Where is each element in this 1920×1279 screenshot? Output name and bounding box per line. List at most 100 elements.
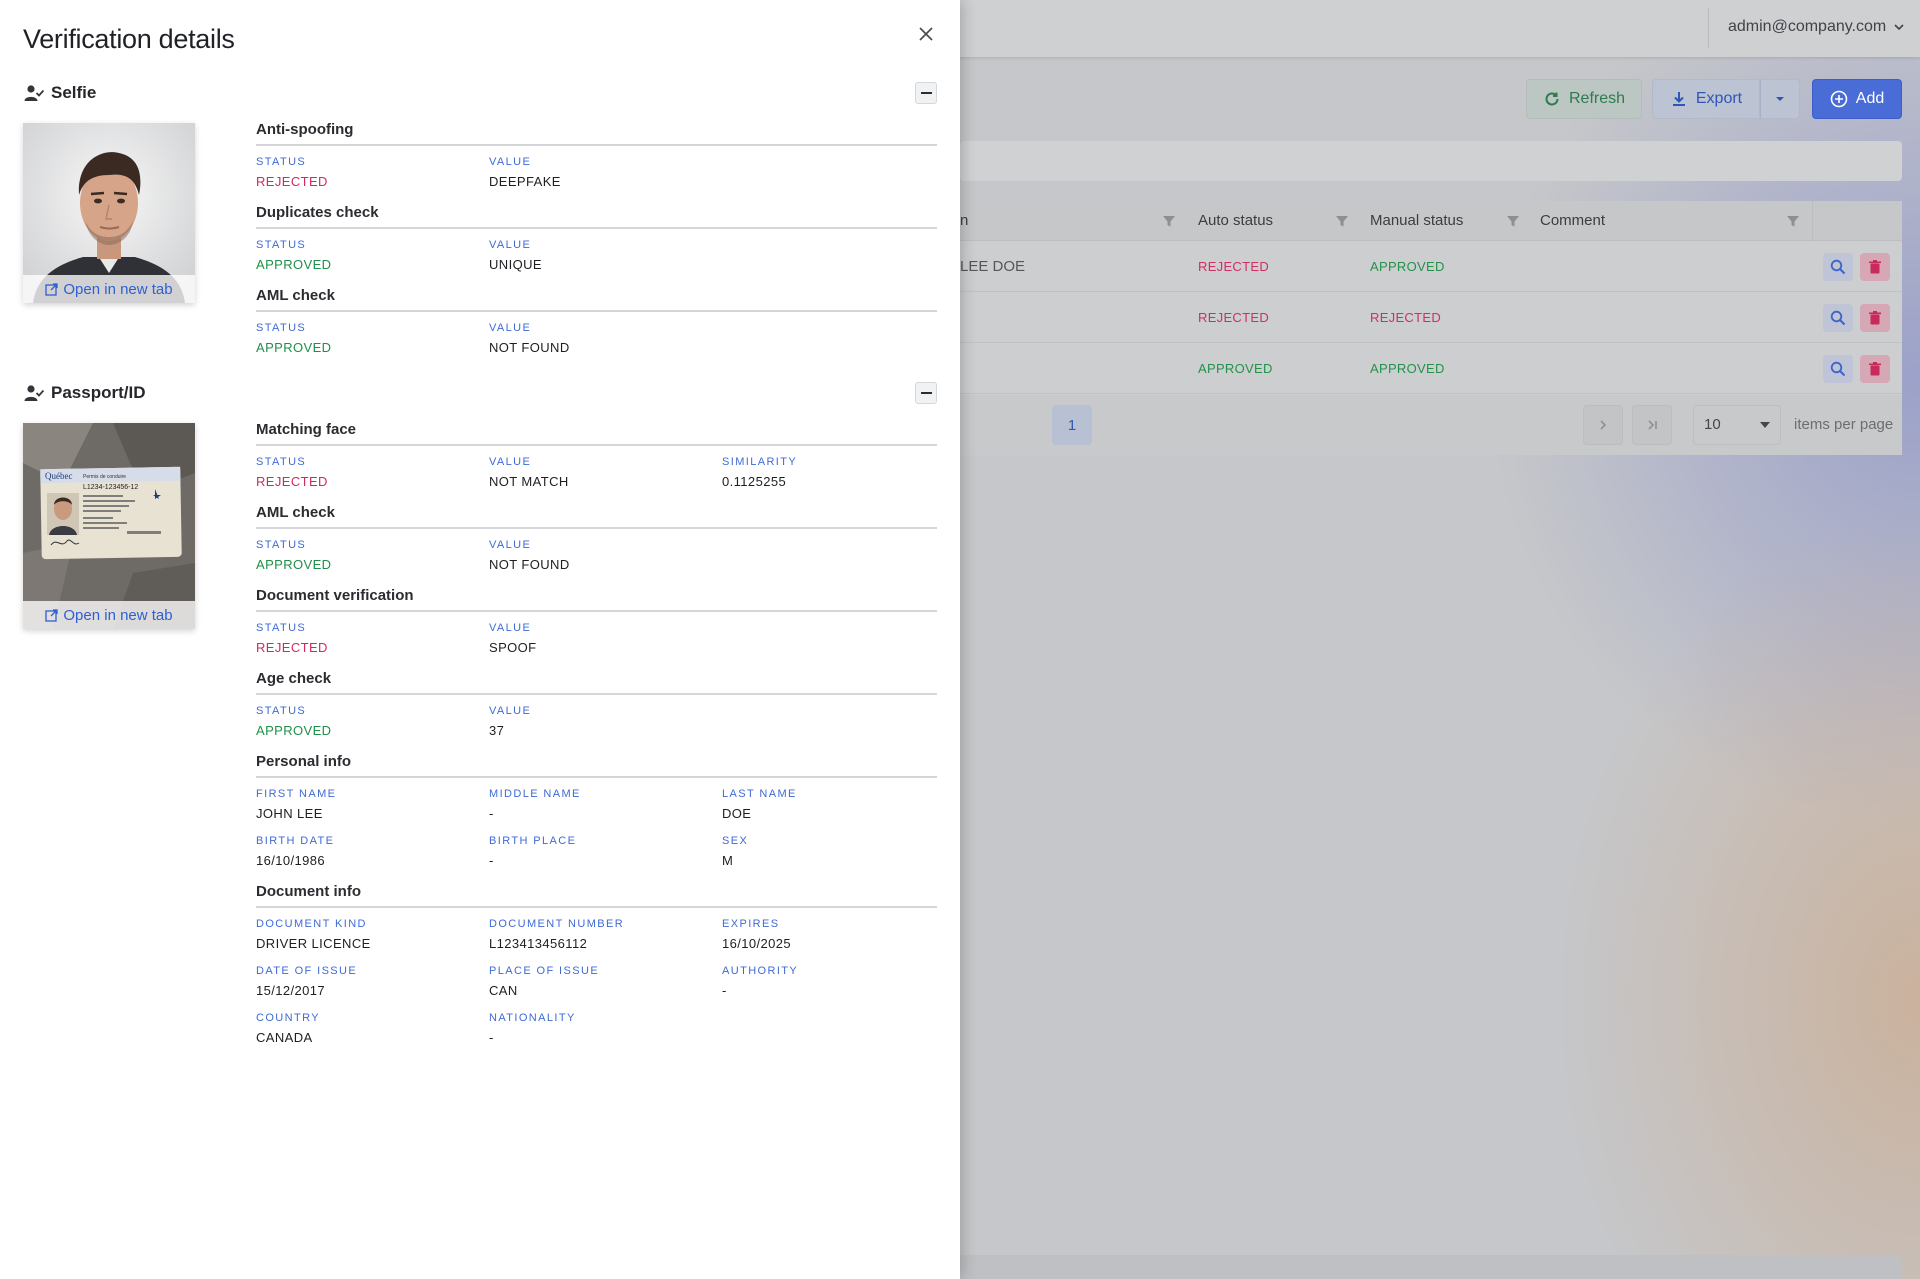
page-size-select[interactable]: 10 — [1693, 405, 1781, 445]
field-place-of-issue: Place of issue CAN — [489, 965, 600, 998]
refresh-button[interactable]: Refresh — [1526, 79, 1642, 119]
pagination: 1 10 items per page — [960, 395, 1902, 455]
table-row[interactable]: REJECTED REJECTED — [960, 292, 1902, 343]
footer-strip — [960, 1255, 1902, 1279]
add-button[interactable]: Add — [1812, 79, 1902, 119]
chevron-down-icon — [1894, 24, 1904, 31]
card-number-text: L1234-123456-12 — [83, 484, 138, 491]
row-manual-status: APPROVED — [1370, 259, 1445, 274]
search-icon — [1830, 259, 1846, 275]
external-link-icon — [45, 282, 59, 296]
export-button[interactable]: Export — [1652, 79, 1760, 119]
field-nationality: Nationality - — [489, 1012, 576, 1045]
field-matching-face-status: Status REJECTED — [256, 456, 328, 489]
selfie-open-new-tab-link[interactable]: Open in new tab — [23, 275, 195, 303]
group-title-selfie-aml-check: AML check — [256, 287, 937, 312]
filter-icon[interactable] — [1506, 214, 1520, 228]
next-page-button[interactable] — [1583, 405, 1623, 445]
verifications-table: n Auto status Manual status Comment LEE … — [960, 201, 1902, 455]
group-title-matching-face: Matching face — [256, 421, 937, 446]
field-docver-status: Status REJECTED — [256, 622, 328, 655]
column-header-comment[interactable]: Comment — [1540, 201, 1605, 241]
field-first-name: First name JOHN LEE — [256, 788, 337, 821]
passport-section-label: Passport/ID — [51, 383, 146, 402]
close-button[interactable] — [912, 20, 940, 48]
field-date-of-issue: Date of issue 15/12/2017 — [256, 965, 358, 998]
selfie-section-label: Selfie — [51, 83, 97, 102]
row-manual-status: REJECTED — [1370, 310, 1442, 325]
field-selfie-aml-value: Value NOT FOUND — [489, 322, 570, 355]
field-duplicates-value: Value UNIQUE — [489, 239, 542, 272]
user-email: admin@company.com — [1728, 18, 1887, 35]
minus-icon — [920, 392, 932, 394]
field-middle-name: Middle name - — [489, 788, 581, 821]
field-passport-aml-value: Value NOT FOUND — [489, 539, 570, 572]
items-per-page-label: items per page — [1794, 416, 1894, 433]
selfie-section-title: Selfie — [24, 83, 96, 103]
close-icon — [919, 27, 933, 41]
row-name: LEE DOE — [960, 258, 1026, 275]
column-header-auto-status[interactable]: Auto status — [1198, 201, 1273, 241]
plus-circle-icon — [1830, 90, 1848, 108]
field-authority: Authority - — [722, 965, 799, 998]
field-age-status: Status APPROVED — [256, 705, 332, 738]
passport-open-new-tab-link[interactable]: Open in new tab — [23, 601, 195, 629]
column-header-manual-status[interactable]: Manual status — [1370, 201, 1463, 241]
field-docver-value: Value SPOOF — [489, 622, 537, 655]
add-label: Add — [1855, 90, 1885, 107]
delete-row-button[interactable] — [1860, 304, 1890, 332]
view-row-button[interactable] — [1823, 253, 1853, 281]
field-passport-aml-status: Status APPROVED — [256, 539, 332, 572]
delete-row-button[interactable] — [1860, 253, 1890, 281]
filter-icon[interactable] — [1335, 214, 1349, 228]
filter-icon[interactable] — [1162, 214, 1176, 228]
page-button-current[interactable]: 1 — [1052, 405, 1092, 445]
field-matching-face-similarity: Similarity 0.1125255 — [722, 456, 798, 489]
passport-thumbnail[interactable]: Québec Permis de conduire L1234-123456-1… — [23, 423, 195, 629]
group-title-age-check: Age check — [256, 670, 937, 695]
export-options-button[interactable] — [1760, 79, 1800, 119]
filter-icon[interactable] — [1786, 214, 1800, 228]
selfie-thumbnail[interactable]: Open in new tab — [23, 123, 195, 303]
passport-section-title: Passport/ID — [24, 383, 145, 403]
view-row-button[interactable] — [1823, 355, 1853, 383]
column-header-name[interactable]: n — [960, 201, 968, 241]
delete-row-button[interactable] — [1860, 355, 1890, 383]
trash-icon — [1869, 311, 1881, 325]
user-menu[interactable]: admin@company.com — [1728, 18, 1906, 36]
selfie-collapse-button[interactable] — [915, 82, 937, 104]
view-row-button[interactable] — [1823, 304, 1853, 332]
field-matching-face-value: Value NOT MATCH — [489, 456, 569, 489]
last-page-button[interactable] — [1632, 405, 1672, 445]
row-auto-status: APPROVED — [1198, 361, 1273, 376]
page-size-value: 10 — [1704, 416, 1721, 433]
field-document-kind: Document kind DRIVER LICENCE — [256, 918, 371, 951]
group-title-duplicates-check: Duplicates check — [256, 204, 937, 229]
passport-collapse-button[interactable] — [915, 382, 937, 404]
caret-down-icon — [1776, 97, 1784, 101]
field-anti-spoofing-status: Status REJECTED — [256, 156, 328, 189]
search-icon — [1830, 310, 1846, 326]
search-filter-bar[interactable] — [960, 141, 1902, 181]
field-selfie-aml-status: Status APPROVED — [256, 322, 332, 355]
selfie-open-new-tab-label: Open in new tab — [63, 280, 173, 298]
row-manual-status: APPROVED — [1370, 361, 1445, 376]
top-bar-divider — [1708, 8, 1709, 48]
group-title-passport-aml-check: AML check — [256, 504, 937, 529]
table-row[interactable]: LEE DOE REJECTED APPROVED — [960, 241, 1902, 292]
user-check-icon — [24, 85, 44, 101]
verification-details-drawer: Verification details Selfie Open in new … — [0, 0, 960, 1279]
group-title-document-info: Document info — [256, 883, 937, 908]
external-link-icon — [45, 608, 59, 622]
field-sex: Sex M — [722, 835, 749, 868]
chevron-right-icon — [1600, 420, 1607, 430]
field-expires: Expires 16/10/2025 — [722, 918, 792, 951]
passport-open-new-tab-label: Open in new tab — [63, 606, 173, 624]
export-label: Export — [1695, 90, 1743, 107]
caret-down-icon — [1760, 422, 1770, 428]
chevron-last-icon — [1648, 420, 1657, 430]
table-row[interactable]: APPROVED APPROVED — [960, 343, 1902, 394]
minus-icon — [920, 92, 932, 94]
field-duplicates-status: Status APPROVED — [256, 239, 332, 272]
field-last-name: Last name DOE — [722, 788, 797, 821]
